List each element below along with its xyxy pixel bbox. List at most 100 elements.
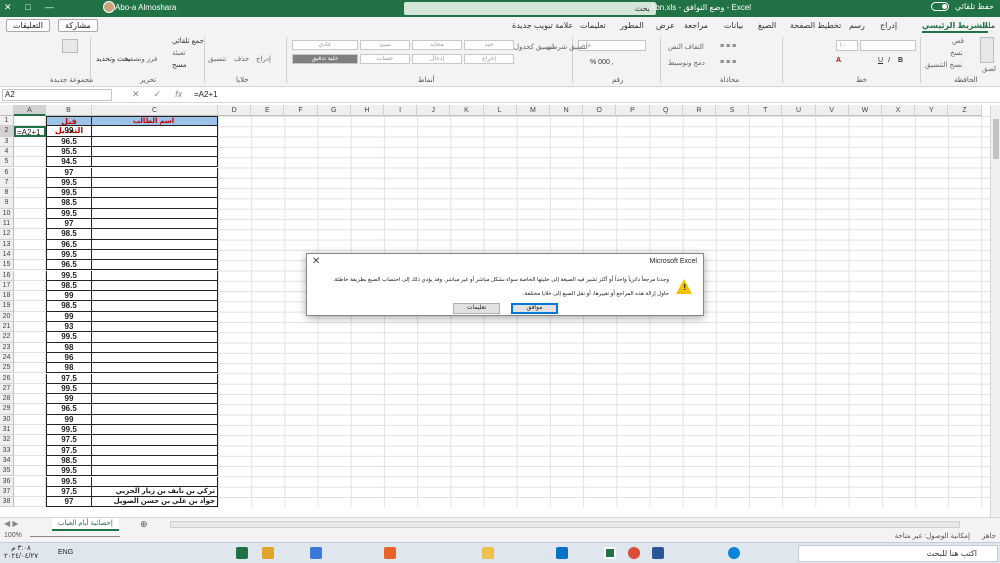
cell-C16[interactable] <box>92 270 218 281</box>
edge-taskbar-icon[interactable] <box>728 547 740 559</box>
cell-A28[interactable] <box>14 394 46 405</box>
cancel-icon[interactable]: ✕ <box>132 89 140 100</box>
row-header[interactable]: 31 <box>0 425 14 436</box>
style-neutral[interactable]: محايد <box>412 40 462 50</box>
row-header[interactable]: 6 <box>0 167 14 178</box>
cell-A3[interactable] <box>14 136 46 147</box>
style-input[interactable]: إدخال <box>412 54 462 64</box>
column-header[interactable]: I <box>384 105 418 116</box>
cell-A17[interactable] <box>14 280 46 292</box>
row-header[interactable]: 18 <box>0 291 14 302</box>
close-window-icon[interactable]: ✕ <box>4 2 12 13</box>
cell-B2[interactable]: 99 <box>46 126 92 137</box>
cell-A37[interactable] <box>14 486 46 498</box>
cell-C17[interactable] <box>92 280 218 292</box>
cell-C27[interactable] <box>92 383 218 395</box>
cell-B22[interactable]: 99.5 <box>46 332 92 343</box>
row-header[interactable]: 28 <box>0 394 14 405</box>
cell-B20[interactable]: 99 <box>46 311 92 322</box>
column-header[interactable]: E <box>251 105 285 116</box>
cell-A38[interactable] <box>14 497 46 508</box>
cell-C19[interactable] <box>92 301 218 312</box>
cell-B38[interactable]: 97 <box>46 497 92 508</box>
autosave-toggle[interactable] <box>930 2 949 11</box>
row-header[interactable]: 14 <box>0 249 14 261</box>
cell-A15[interactable] <box>14 260 46 271</box>
cell-A24[interactable] <box>14 352 46 364</box>
cell-A10[interactable] <box>14 208 46 219</box>
scroll-thumb[interactable] <box>993 119 999 159</box>
align-center-icon[interactable]: ≡ ≡ ≡ <box>720 59 736 66</box>
language-indicator[interactable]: ENG <box>58 549 73 556</box>
cell-B27[interactable]: 99.5 <box>46 383 92 395</box>
column-header[interactable]: L <box>483 105 517 116</box>
align-top-icon[interactable]: ≡ ≡ ≡ <box>720 43 736 50</box>
cell-A20[interactable] <box>14 311 46 322</box>
tab-insert[interactable]: إدراج <box>880 21 897 30</box>
row-header[interactable]: 25 <box>0 363 14 374</box>
cell-A12[interactable] <box>14 229 46 240</box>
row-header[interactable]: 32 <box>0 435 14 446</box>
cell-B18[interactable]: 99 <box>46 291 92 302</box>
row-header[interactable]: 26 <box>0 373 14 384</box>
maximize-window-icon[interactable]: □ <box>26 2 31 13</box>
zoom-slider[interactable] <box>30 536 120 537</box>
row-header[interactable]: 22 <box>0 332 14 343</box>
cell-C5[interactable] <box>92 157 218 168</box>
copy-button[interactable]: نسخ <box>950 49 963 57</box>
row-header[interactable]: 8 <box>0 188 14 199</box>
cell-A25[interactable] <box>14 363 46 374</box>
search-box[interactable]: بحث <box>404 2 656 15</box>
cell-C14[interactable] <box>92 249 218 261</box>
outlook-taskbar-icon[interactable] <box>556 547 568 559</box>
cell-B33[interactable]: 97.5 <box>46 445 92 456</box>
excel-taskbar-icon[interactable] <box>236 547 248 559</box>
row-header[interactable]: 10 <box>0 208 14 219</box>
cell-A2[interactable]: =A2+1 <box>14 126 46 137</box>
clock[interactable]: ٣:٠٨ م ٢٠٢٤/٠٤/٢٧ <box>4 545 38 561</box>
column-header[interactable]: O <box>583 105 617 116</box>
column-header[interactable]: Q <box>649 105 683 116</box>
format-as-table-button[interactable]: تنسيق كجدول <box>514 43 554 51</box>
column-header[interactable]: X <box>882 105 916 116</box>
cell-B25[interactable]: 98 <box>46 363 92 374</box>
cell-A26[interactable] <box>14 373 46 384</box>
row-header[interactable]: 29 <box>0 404 14 415</box>
cell-C18[interactable] <box>92 291 218 302</box>
cell-C25[interactable] <box>92 363 218 374</box>
cell-C22[interactable] <box>92 332 218 343</box>
style-check-cell[interactable]: خلية تدقيق <box>292 54 358 64</box>
cell-C4[interactable] <box>92 146 218 158</box>
style-bad[interactable]: سيئ <box>360 40 410 50</box>
column-header[interactable]: C <box>92 105 218 116</box>
cell-A4[interactable] <box>14 146 46 158</box>
function-icon[interactable]: fx <box>175 89 182 100</box>
cell-C11[interactable] <box>92 219 218 230</box>
tab-view[interactable]: عرض <box>656 21 675 30</box>
cell-A13[interactable] <box>14 239 46 250</box>
app-taskbar-icon-2[interactable] <box>310 547 322 559</box>
cell-A32[interactable] <box>14 435 46 446</box>
font-size-select[interactable]: ١٠ <box>836 40 858 51</box>
row-header[interactable]: 15 <box>0 260 14 271</box>
tab-data[interactable]: بيانات <box>724 21 743 30</box>
row-header[interactable]: 17 <box>0 280 14 292</box>
select-all-corner[interactable] <box>0 105 14 116</box>
chrome-taskbar-icon[interactable] <box>628 547 640 559</box>
cell-C30[interactable] <box>92 414 218 425</box>
cell-A36[interactable] <box>14 476 46 487</box>
paste-icon[interactable] <box>980 37 994 63</box>
cell-A1[interactable] <box>14 116 46 127</box>
column-header[interactable]: Y <box>915 105 949 116</box>
row-header[interactable]: 4 <box>0 146 14 158</box>
font-family-select[interactable] <box>860 40 916 51</box>
column-header[interactable]: P <box>616 105 650 116</box>
delete-cells-button[interactable]: حذف <box>234 55 249 63</box>
paste-label[interactable]: لصق <box>982 65 996 73</box>
column-header[interactable]: S <box>716 105 750 116</box>
bold-button[interactable]: B <box>898 57 903 64</box>
cell-C28[interactable] <box>92 394 218 405</box>
word-taskbar-icon[interactable] <box>652 547 664 559</box>
format-cells-button[interactable]: تنسيق <box>208 55 226 63</box>
firefox-taskbar-icon[interactable] <box>384 547 396 559</box>
